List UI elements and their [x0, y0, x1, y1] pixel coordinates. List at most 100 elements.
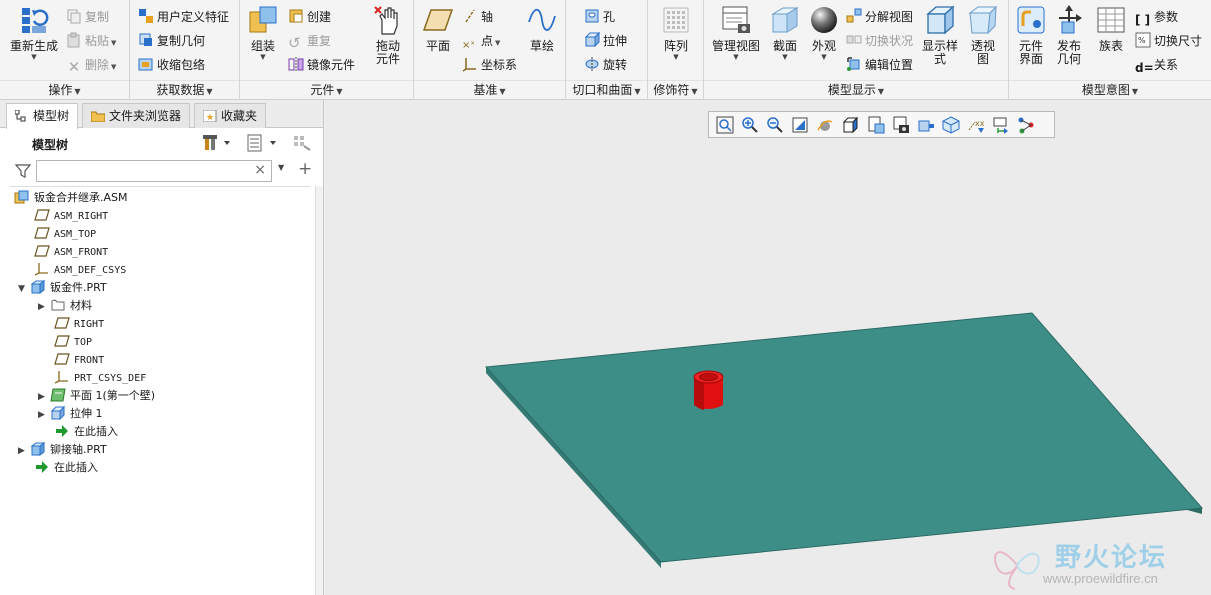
csys-button[interactable]: 坐标系 — [462, 55, 517, 75]
clear-search-icon[interactable]: × — [254, 162, 266, 178]
create-button[interactable]: 创建 — [288, 7, 331, 27]
chevron-down-icon: ▼ — [495, 39, 501, 47]
paste-button[interactable]: 粘贴 ▼ — [66, 31, 116, 51]
repeat-icon: ↺ — [288, 34, 301, 52]
revolve-button[interactable]: 旋转 — [584, 55, 627, 75]
pattern-button[interactable]: 阵列 ▼ — [658, 4, 694, 61]
settings-tools-icon[interactable] — [202, 134, 232, 152]
copy-button[interactable]: 复制 — [66, 7, 109, 27]
appearance-button[interactable]: 外观 ▼ — [806, 4, 842, 61]
chevron-down-icon: ▼ — [31, 53, 37, 61]
collapse-arrow-icon[interactable]: ▼ — [18, 280, 30, 298]
tree-node-insert-here-part[interactable]: 在此插入 — [54, 423, 118, 441]
group-label-get-data[interactable]: 获取数据 ▼ — [130, 80, 239, 99]
expand-arrow-icon[interactable]: ▶ — [38, 388, 50, 406]
group-label-model-display[interactable]: 模型显示 ▼ — [704, 80, 1008, 99]
group-label-model-intent[interactable]: 模型意图 ▼ — [1009, 80, 1211, 99]
extrude-icon — [50, 405, 66, 421]
sheet-metal-plate[interactable] — [484, 312, 1204, 563]
show-options-icon[interactable] — [246, 134, 280, 152]
perspective-button[interactable]: 透视图 — [964, 4, 1002, 66]
component-interface-button[interactable]: 元件界面 — [1013, 4, 1049, 66]
plane-button[interactable]: 平面 — [420, 4, 456, 53]
delete-button[interactable]: ✕ 删除 ▼ — [66, 55, 117, 76]
assemble-button[interactable]: 组装 ▼ — [246, 4, 280, 61]
tree-node-extrude[interactable]: ▶ 拉伸 1 — [38, 405, 103, 423]
graphics-window[interactable]: xx 野火论坛 www.proewildfire.cn — [325, 100, 1211, 595]
group-model-intent: 元件界面 发布几何 族表 [ ] 参数 % 切换尺寸 d=关系 模型意图 ▼ — [1009, 0, 1211, 100]
tree-node-material[interactable]: ▶ 材料 — [38, 297, 92, 315]
parameters-button[interactable]: [ ] 参数 — [1135, 7, 1178, 27]
sketch-label: 草绘 — [529, 39, 554, 53]
watermark-url: www.proewildfire.cn — [1043, 571, 1158, 586]
watermark-title: 野火论坛 — [1055, 543, 1168, 573]
shrinkwrap-button[interactable]: 收缩包络 — [138, 55, 205, 75]
hole-button[interactable]: 孔 — [584, 7, 615, 27]
tree-node-asm-front[interactable]: ASM_FRONT — [34, 243, 108, 261]
sketch-button[interactable]: 草绘 — [526, 4, 558, 53]
group-label-component[interactable]: 元件 ▼ — [240, 80, 413, 99]
tree-filter-grid-icon[interactable] — [292, 134, 312, 152]
tree-node-part-rivet[interactable]: ▶ 铆接轴.PRT — [18, 441, 107, 459]
group-label-cut-surface[interactable]: 切口和曲面 ▼ — [566, 80, 647, 99]
tree-node-part-sheetmetal[interactable]: ▼ 钣金件.PRT — [18, 279, 107, 297]
tree-node-assembly[interactable]: 钣金合并继承.ASM — [14, 189, 128, 207]
funnel-filter-icon[interactable] — [14, 162, 32, 180]
delete-icon: ✕ — [67, 58, 81, 76]
toggle-status-icon — [846, 32, 862, 48]
extrude-button[interactable]: 拉伸 — [584, 31, 627, 51]
copy-icon — [66, 8, 82, 24]
tab-folder-browser[interactable]: 文件夹浏览器 — [82, 103, 191, 128]
datum-plane-icon — [34, 244, 50, 258]
section-button[interactable]: 截面 ▼ — [768, 4, 802, 61]
search-dropdown-chevron-icon[interactable]: ▼ — [278, 163, 284, 172]
chevron-down-icon: ▼ — [111, 63, 117, 71]
edit-position-button[interactable]: 编辑位置 — [846, 55, 913, 75]
drag-components-button[interactable]: 拖动元件 — [370, 4, 406, 66]
rivet-shaft-part[interactable] — [693, 370, 724, 410]
group-label-modifiers[interactable]: 修饰符 ▼ — [648, 80, 703, 99]
relations-button[interactable]: d=关系 — [1135, 55, 1178, 75]
tree-node-prt-csys[interactable]: PRT_CSYS_DEF — [54, 369, 146, 387]
tree-node-asm-top[interactable]: ASM_TOP — [34, 225, 96, 243]
manage-views-label: 管理视图 — [711, 39, 760, 53]
display-style-button[interactable]: 显示样式 — [920, 4, 960, 66]
manage-views-button[interactable]: 管理视图 ▼ — [708, 4, 764, 61]
regenerate-button[interactable]: 重新生成 ▼ — [8, 4, 60, 61]
tree-node-asm-csys[interactable]: ASM_DEF_CSYS — [34, 261, 126, 279]
mirror-component-label: 镜像元件 — [307, 58, 356, 72]
model-viewport[interactable] — [325, 100, 1211, 595]
tab-favorites[interactable]: ★ 收藏夹 — [194, 103, 267, 128]
group-label-datum[interactable]: 基准 ▼ — [414, 80, 565, 99]
mirror-component-button[interactable]: 镜像元件 — [288, 55, 355, 75]
expand-arrow-icon[interactable]: ▶ — [18, 442, 30, 460]
tree-vertical-scrollbar[interactable] — [315, 186, 323, 595]
tree-search-input[interactable]: × — [36, 160, 272, 182]
manage-views-icon — [720, 4, 752, 36]
tree-node-planar-wall[interactable]: ▶ 平面 1(第一个壁) — [38, 387, 155, 405]
udf-button[interactable]: 用户定义特征 — [138, 7, 229, 27]
expand-arrow-icon[interactable]: ▶ — [38, 406, 50, 424]
tree-label-part-sheetmetal: 钣金件.PRT — [50, 281, 107, 294]
relations-label: 关系 — [1154, 58, 1179, 72]
tree-node-insert-here-asm[interactable]: 在此插入 — [34, 459, 98, 477]
add-filter-plus-icon[interactable]: + — [298, 159, 312, 179]
publish-geometry-button[interactable]: 发布几何 — [1051, 4, 1087, 66]
display-style-label: 显示样式 — [921, 39, 958, 66]
switch-dimensions-button[interactable]: % 切换尺寸 — [1135, 31, 1202, 51]
group-component: 组装 ▼ 创建 ↺ 重复 镜像元件 拖动元件 元件 ▼ — [240, 0, 414, 100]
tree-node-right[interactable]: RIGHT — [54, 315, 104, 333]
tree-node-top[interactable]: TOP — [54, 333, 92, 351]
tab-model-tree[interactable]: 模型树 — [6, 103, 79, 129]
group-label-operations[interactable]: 操作 ▼ — [0, 80, 129, 99]
point-button[interactable]: ×ˣ 点 ▼ — [462, 31, 500, 51]
expand-arrow-icon[interactable]: ▶ — [38, 298, 50, 316]
copy-geometry-button[interactable]: 复制几何 — [138, 31, 205, 51]
tree-node-front[interactable]: FRONT — [54, 351, 104, 369]
explode-view-button[interactable]: 分解视图 — [846, 7, 913, 27]
axis-button[interactable]: 轴 — [462, 7, 493, 27]
family-table-button[interactable]: 族表 — [1093, 4, 1129, 53]
tree-node-asm-right[interactable]: ASM_RIGHT — [34, 207, 108, 225]
repeat-button[interactable]: ↺ 重复 — [288, 31, 331, 51]
toggle-status-button[interactable]: 切换状况 — [846, 31, 913, 51]
